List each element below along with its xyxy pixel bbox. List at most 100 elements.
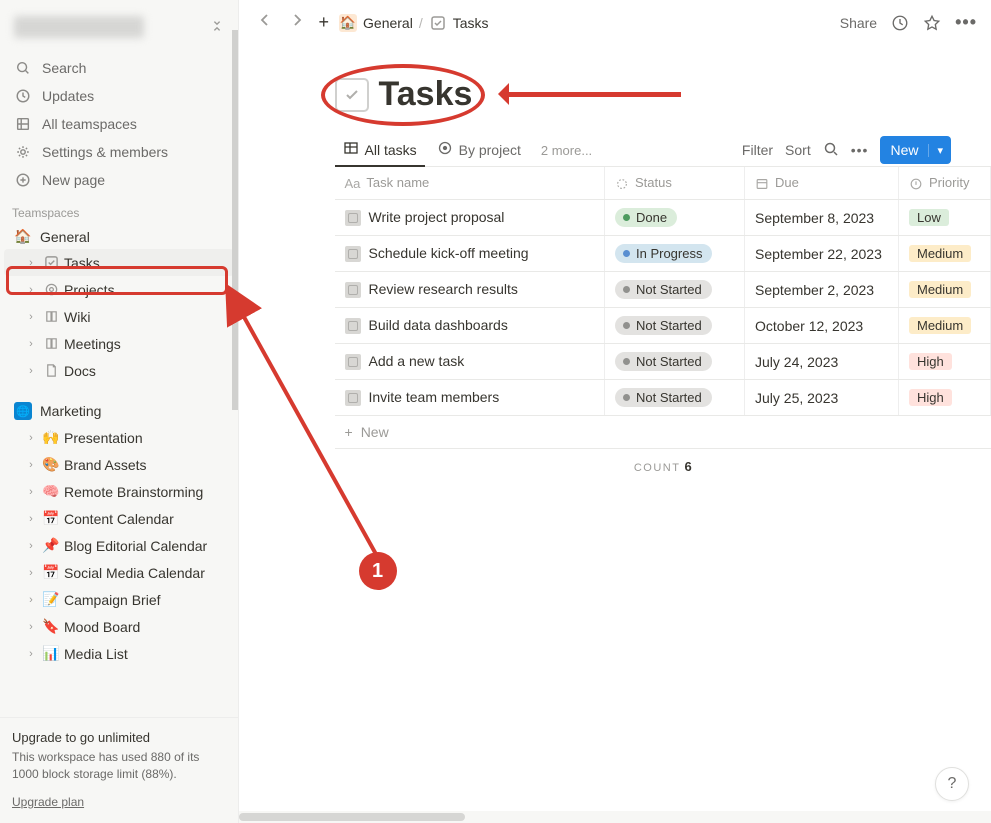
sort-button[interactable]: Sort (785, 142, 811, 158)
cell-priority[interactable]: Medium (899, 308, 991, 344)
new-row-button[interactable]: +New (335, 416, 991, 449)
chevron-right-icon[interactable]: › (24, 432, 38, 444)
cell-priority[interactable]: Medium (899, 236, 991, 272)
chevron-right-icon[interactable]: › (24, 486, 38, 498)
breadcrumb-item[interactable]: Tasks (453, 15, 489, 31)
page-icon[interactable] (335, 78, 369, 112)
chevron-right-icon[interactable]: › (24, 311, 38, 323)
chevron-right-icon[interactable]: › (24, 284, 38, 296)
cell-priority[interactable]: Medium (899, 272, 991, 308)
cell-name[interactable]: Invite team members (335, 380, 605, 416)
nav-clock[interactable]: Updates (4, 82, 234, 110)
cell-priority[interactable]: High (899, 344, 991, 380)
horizontal-scrollbar[interactable] (239, 811, 991, 823)
chevron-right-icon[interactable]: › (24, 594, 38, 606)
cell-name[interactable]: Review research results (335, 272, 605, 308)
breadcrumb-item[interactable]: General (363, 15, 413, 31)
help-button[interactable]: ? (935, 767, 969, 801)
table-row[interactable]: Review research resultsNot StartedSeptem… (335, 272, 991, 308)
nav-plus-circle[interactable]: New page (4, 166, 234, 194)
status-icon (615, 177, 629, 191)
table-row[interactable]: Invite team membersNot StartedJuly 25, 2… (335, 380, 991, 416)
sidebar-item[interactable]: ›🔖Mood Board (4, 613, 234, 640)
cell-due[interactable]: September 2, 2023 (745, 272, 899, 308)
share-button[interactable]: Share (840, 15, 877, 31)
column-header-priority[interactable]: Priority (899, 167, 991, 200)
emoji-icon: 🧠 (42, 483, 60, 500)
star-icon[interactable] (923, 14, 941, 32)
cell-status[interactable]: In Progress (605, 236, 745, 272)
back-button[interactable] (253, 10, 277, 35)
sidebar-item[interactable]: ›📅Content Calendar (4, 505, 234, 532)
nav-gear[interactable]: Settings & members (4, 138, 234, 166)
page-title[interactable]: Tasks (379, 75, 473, 114)
cell-status[interactable]: Not Started (605, 272, 745, 308)
sidebar-item[interactable]: ›🙌Presentation (4, 424, 234, 451)
chevron-down-icon[interactable]: ▾ (928, 144, 951, 157)
workspace-switcher[interactable] (8, 10, 230, 44)
table-row[interactable]: Schedule kick-off meetingIn ProgressSept… (335, 236, 991, 272)
clock-icon[interactable] (891, 14, 909, 32)
cell-name[interactable]: Schedule kick-off meeting (335, 236, 605, 272)
column-header-due[interactable]: Due (745, 167, 899, 200)
sidebar-item[interactable]: ›📝Campaign Brief (4, 586, 234, 613)
more-icon[interactable]: ••• (851, 142, 869, 158)
teamspace-general[interactable]: 🏠 General (4, 224, 234, 249)
nav-search[interactable]: Search (4, 54, 234, 82)
view-more[interactable]: 2 more... (533, 137, 600, 164)
chevron-right-icon[interactable]: › (24, 621, 38, 633)
table-row[interactable]: Add a new taskNot StartedJuly 24, 2023Hi… (335, 344, 991, 380)
sidebar-item-meetings[interactable]: ›Meetings (4, 330, 234, 357)
book-icon (42, 336, 60, 351)
sidebar-scrollbar[interactable] (232, 30, 238, 410)
teamspace-marketing[interactable]: 🌐 Marketing (4, 398, 234, 424)
chevron-right-icon[interactable]: › (24, 257, 38, 269)
nav-teamspaces[interactable]: All teamspaces (4, 110, 234, 138)
chevron-right-icon[interactable]: › (24, 459, 38, 471)
forward-button[interactable] (285, 10, 309, 35)
column-header-status[interactable]: Status (605, 167, 745, 200)
more-icon[interactable]: ••• (955, 12, 977, 33)
chevron-right-icon[interactable]: › (24, 365, 38, 377)
sidebar-item[interactable]: ›📌Blog Editorial Calendar (4, 532, 234, 559)
new-tab-button[interactable]: + (317, 12, 332, 33)
table-row[interactable]: Build data dashboardsNot StartedOctober … (335, 308, 991, 344)
expand-icon[interactable] (210, 19, 224, 35)
sidebar-item[interactable]: ›🧠Remote Brainstorming (4, 478, 234, 505)
cell-due[interactable]: July 24, 2023 (745, 344, 899, 380)
cell-status[interactable]: Done (605, 200, 745, 236)
sidebar-item-docs[interactable]: ›Docs (4, 357, 234, 384)
view-tab-by-project[interactable]: By project (429, 134, 529, 166)
cell-due[interactable]: September 8, 2023 (745, 200, 899, 236)
sidebar-item[interactable]: ›🎨Brand Assets (4, 451, 234, 478)
sidebar-item[interactable]: ›📊Media List (4, 640, 234, 667)
chevron-right-icon[interactable]: › (24, 648, 38, 660)
cell-due[interactable]: July 25, 2023 (745, 380, 899, 416)
view-tab-all-tasks[interactable]: All tasks (335, 134, 425, 166)
sidebar-item[interactable]: ›📅Social Media Calendar (4, 559, 234, 586)
sidebar-item-projects[interactable]: ›Projects (4, 276, 234, 303)
cell-name[interactable]: Write project proposal (335, 200, 605, 236)
cell-status[interactable]: Not Started (605, 344, 745, 380)
cell-due[interactable]: October 12, 2023 (745, 308, 899, 344)
cell-priority[interactable]: Low (899, 200, 991, 236)
chevron-right-icon[interactable]: › (24, 567, 38, 579)
cell-due[interactable]: September 22, 2023 (745, 236, 899, 272)
new-button[interactable]: New ▾ (880, 136, 951, 164)
cell-name[interactable]: Add a new task (335, 344, 605, 380)
chevron-right-icon[interactable]: › (24, 513, 38, 525)
upgrade-link[interactable]: Upgrade plan (12, 795, 84, 809)
cell-priority[interactable]: High (899, 380, 991, 416)
table-row[interactable]: Write project proposalDoneSeptember 8, 2… (335, 200, 991, 236)
cell-name[interactable]: Build data dashboards (335, 308, 605, 344)
cell-status[interactable]: Not Started (605, 380, 745, 416)
search-icon[interactable] (823, 141, 839, 160)
chevron-right-icon[interactable]: › (24, 338, 38, 350)
chevron-right-icon[interactable]: › (24, 540, 38, 552)
emoji-icon: 📝 (42, 591, 60, 608)
column-header-name[interactable]: AaTask name (335, 167, 605, 200)
sidebar-item-wiki[interactable]: ›Wiki (4, 303, 234, 330)
filter-button[interactable]: Filter (742, 142, 773, 158)
cell-status[interactable]: Not Started (605, 308, 745, 344)
sidebar-item-tasks[interactable]: ›Tasks (4, 249, 234, 276)
